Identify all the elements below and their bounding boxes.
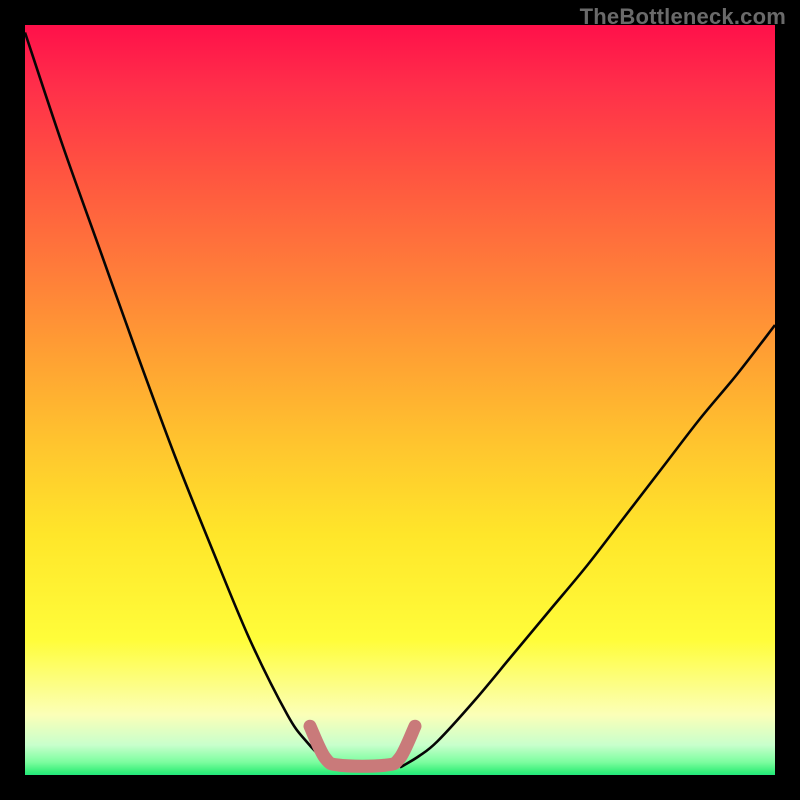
chart-svg xyxy=(25,25,775,775)
red-bracket xyxy=(310,726,415,766)
curve-right xyxy=(400,325,775,768)
watermark-label: TheBottleneck.com xyxy=(580,4,786,30)
curve-left xyxy=(25,33,340,768)
plot-area xyxy=(25,25,775,775)
chart-frame: TheBottleneck.com xyxy=(0,0,800,800)
